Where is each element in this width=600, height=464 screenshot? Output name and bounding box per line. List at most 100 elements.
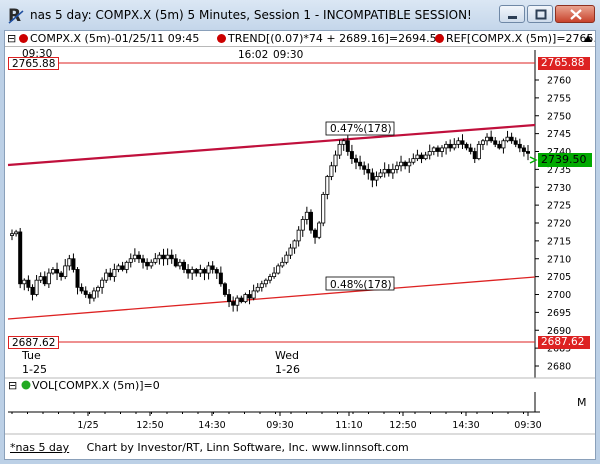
candle-body [198,269,203,274]
candle-body [505,136,510,142]
candle-body [526,151,531,154]
candle-body [407,161,412,167]
day-label-wed: Wed [275,349,299,362]
price-tick-label: 2715 [547,236,571,247]
candle-body [46,272,51,285]
candlestick-series [9,130,531,312]
candle-body [358,161,363,167]
candle-body [59,272,64,278]
candle-body [313,229,318,238]
time-tick-label: 12:50 [389,420,416,431]
candle-body [292,240,297,249]
candle-body [353,158,358,163]
candle-body [83,290,88,295]
candle-body [55,269,60,274]
candle-body [362,165,367,170]
candle-body [206,265,211,274]
chart-tab[interactable]: *nas 5 day [10,441,69,454]
candle-body [251,290,256,299]
time-tick-label: 1/25 [77,420,98,431]
candle-body [288,247,293,256]
volume-legend[interactable]: VOL[COMPX.X (5m)]=0 [32,379,160,392]
candle-body [513,140,518,145]
lower-trend-line [7,276,536,320]
candle-body [366,168,371,174]
candle-body [235,297,240,306]
time-tick-label: 11:10 [335,420,362,431]
candle-body [145,261,150,267]
candle-body [91,290,96,299]
statusbar: *nas 5 day Chart by Investor/RT, Linn So… [10,441,409,454]
candle-body [501,140,506,149]
candle-body [128,258,133,263]
candle-body [100,279,105,288]
volume-collapse-icon[interactable]: ⊟ [8,379,17,392]
candle-body [349,151,354,160]
candle-body [452,143,457,149]
candle-body [259,283,264,288]
candle-body [517,143,522,149]
current-price-tag: 2739.50 [538,153,592,167]
price-tick-label: 2705 [547,272,571,283]
candle-body [153,258,158,263]
candle-body [239,297,244,303]
candle-body [476,143,481,160]
upper-ref-value: 2765.88 [8,57,60,70]
candle-body [521,147,526,152]
price-tick-label: 2680 [547,362,571,373]
candle-body [38,276,43,281]
candle-body [460,140,465,145]
price-tick-label: 2760 [547,76,571,87]
candle-body [444,143,449,149]
candle-body [272,272,277,278]
candle-body [423,154,428,160]
candle-body [227,294,232,303]
price-tick-label: 2745 [547,129,571,140]
candle-body [280,261,285,267]
candle-body [165,254,170,260]
candle-body [390,168,395,174]
time-tick-label: 09:30 [266,420,293,431]
candle-body [18,231,23,285]
price-tick-label: 2700 [547,290,571,301]
candle-body [370,172,375,181]
candle-body [222,283,227,295]
center-time-label-2: 09:30 [273,49,303,61]
candle-body [79,286,84,292]
candle-body [304,211,309,220]
candle-body [116,265,121,270]
candle-body [419,154,424,160]
candle-body [190,269,195,274]
svg-text:0.47%(178): 0.47%(178) [330,123,392,135]
price-chart[interactable]: 09:30 16:02 09:30 2760275527502745274027… [0,0,600,464]
time-tick-label: 09:30 [514,420,541,431]
price-tick-label: 2720 [547,219,571,230]
candle-body [108,272,113,278]
candle-body [267,276,272,281]
time-tick-label: 14:30 [452,420,479,431]
candle-body [22,279,27,285]
time-tick-label: 14:30 [198,420,225,431]
candle-body [186,269,191,274]
credit-text: Chart by Investor/RT, Linn Software, Inc… [86,441,409,454]
candle-body [300,219,305,231]
candle-body [194,269,199,274]
candle-body [169,254,174,260]
candle-body [472,151,477,160]
candle-body [284,254,289,263]
candle-body [34,279,39,295]
candle-body [218,272,223,285]
candle-body [415,154,420,160]
date-label-wed: 1-26 [275,363,300,376]
candle-body [464,143,469,149]
candle-body [325,176,330,195]
candle-body [382,168,387,174]
candle-body [210,265,215,270]
candle-body [112,269,117,278]
candle-body [255,286,260,292]
price-tick-label: 2750 [547,111,571,122]
lower-ref-axis-tag: 2687.62 [538,336,590,349]
center-time-label: 16:02 [238,49,268,61]
candle-body [333,154,338,167]
price-tick-label: 2730 [547,183,571,194]
